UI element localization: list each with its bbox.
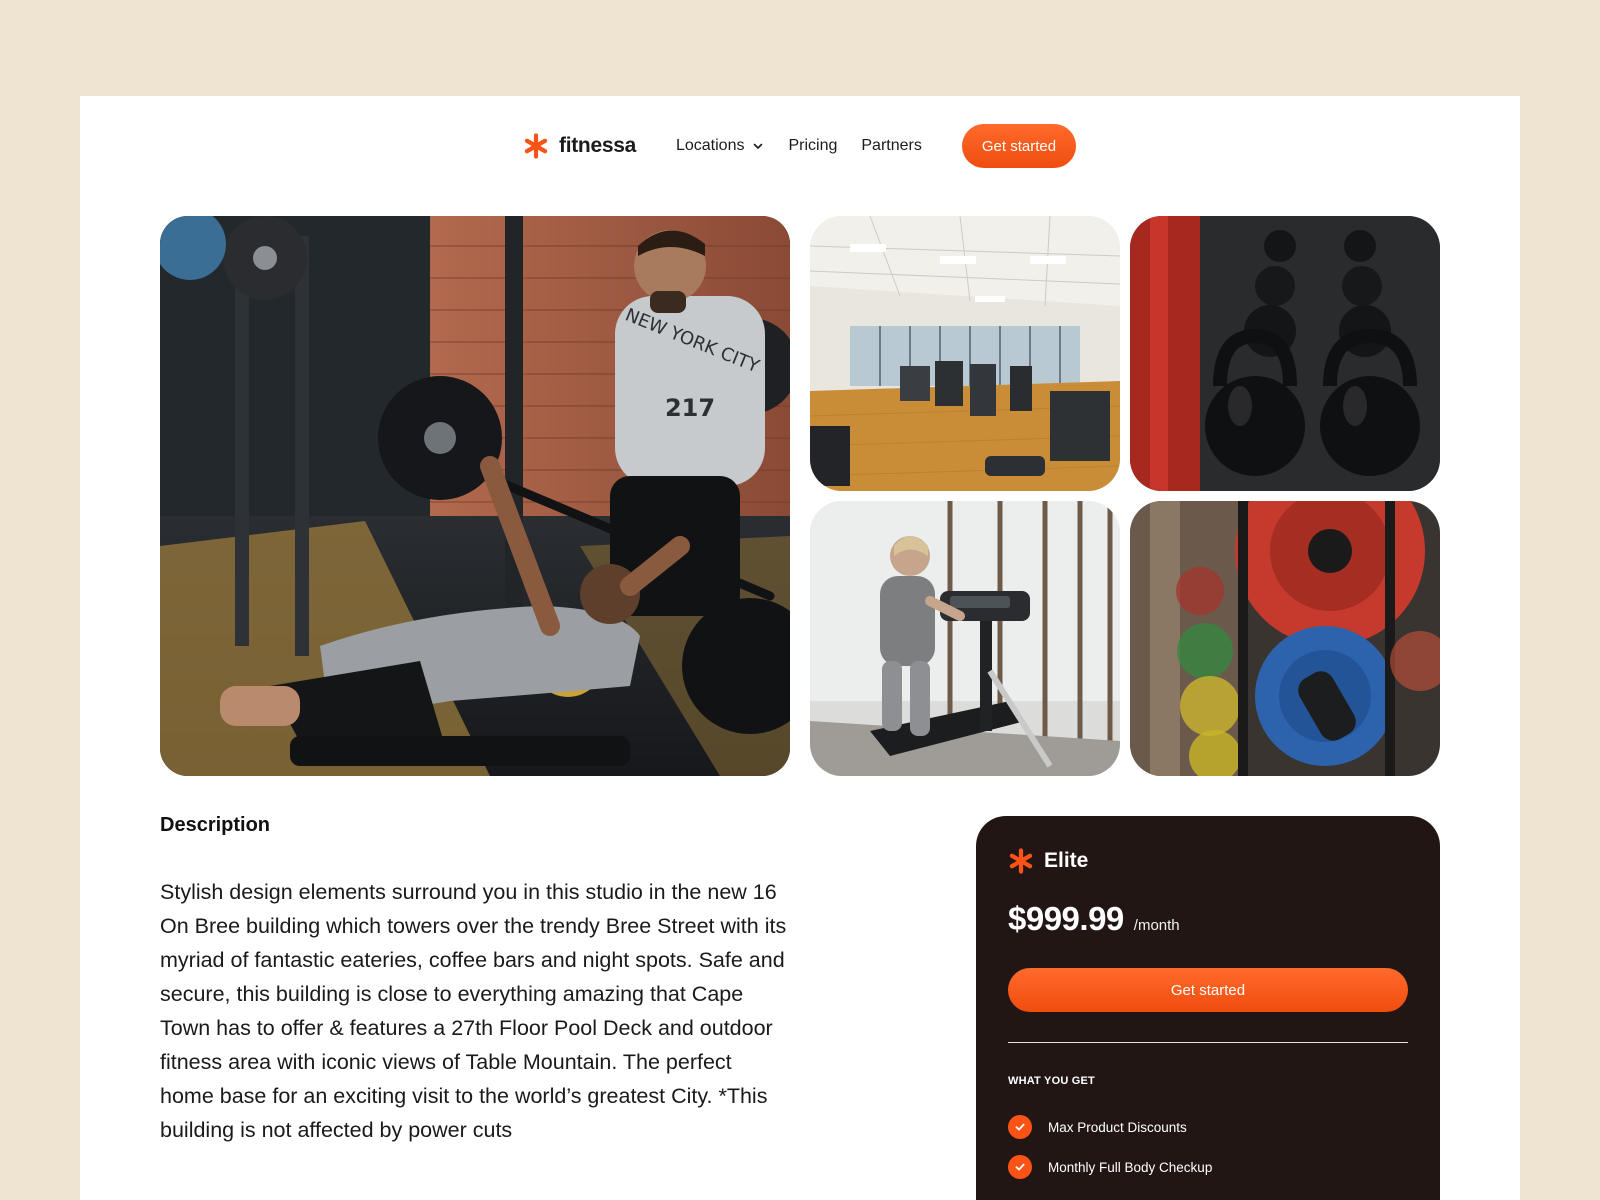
get-started-button[interactable]: Get started [961, 124, 1077, 168]
card-divider [1008, 1042, 1408, 1043]
gym-interior-image [810, 216, 1120, 491]
feature-item: Monthly Full Body Checkup [1008, 1155, 1212, 1179]
nav-item-label: Partners [861, 137, 922, 154]
nav-item-label: Pricing [788, 137, 838, 154]
feature-item: Max Product Discounts [1008, 1115, 1212, 1139]
description-title: Description [160, 814, 271, 836]
chevron-down-icon [754, 143, 763, 149]
plan-period: /month [1133, 917, 1180, 934]
top-nav: fitnessa Locations Pricing Partners Get … [523, 124, 1077, 168]
photo-weight-plates[interactable] [1130, 501, 1440, 776]
svg-text:217: 217 [665, 394, 715, 422]
plan-price: $999.99 [1008, 900, 1124, 937]
kettlebells-image [1130, 216, 1440, 491]
brand-name: fitnessa [559, 134, 636, 157]
weight-plates-image [1130, 501, 1440, 776]
feature-label: Monthly Full Body Checkup [1048, 1159, 1213, 1175]
features-list: Max Product Discounts Monthly Full Body … [1008, 1115, 1212, 1195]
description-section: Description Stylish design elements surr… [160, 814, 800, 1147]
features-heading: WHAT YOU GET [1008, 1075, 1095, 1087]
photo-gym-interior[interactable] [810, 216, 1120, 491]
brand-logo[interactable]: fitnessa [523, 133, 636, 159]
bench-press-image: NEW YORK CITY 217 [160, 216, 790, 776]
page-container: fitnessa Locations Pricing Partners Get … [80, 96, 1520, 1200]
nav-item-pricing[interactable]: Pricing [788, 137, 837, 155]
nav-item-label: Locations [675, 137, 745, 154]
nav-links: Locations Pricing Partners [676, 137, 922, 155]
asterisk-logo-icon [524, 133, 548, 159]
check-icon [1008, 1115, 1032, 1139]
nav-item-locations[interactable]: Locations [676, 137, 765, 155]
description-text: Stylish design elements surround you in … [160, 880, 787, 1142]
photo-kettlebells[interactable] [1130, 216, 1440, 491]
photo-gallery: NEW YORK CITY 217 [160, 216, 1440, 776]
treadmill-image [810, 501, 1120, 776]
nav-item-partners[interactable]: Partners [861, 137, 921, 155]
plan-header: Elite [1008, 848, 1088, 874]
plan-name: Elite [1044, 849, 1089, 872]
photo-bench-press[interactable]: NEW YORK CITY 217 [160, 216, 790, 776]
asterisk-icon [1009, 848, 1033, 874]
plan-price-row: $999.99 /month [1008, 900, 1180, 938]
feature-label: Max Product Discounts [1048, 1119, 1187, 1135]
check-icon [1008, 1155, 1032, 1179]
photo-treadmill[interactable] [810, 501, 1120, 776]
pricing-card: Elite $999.99 /month Get started WHAT YO… [976, 816, 1440, 1200]
plan-get-started-button[interactable]: Get started [1008, 968, 1408, 1012]
